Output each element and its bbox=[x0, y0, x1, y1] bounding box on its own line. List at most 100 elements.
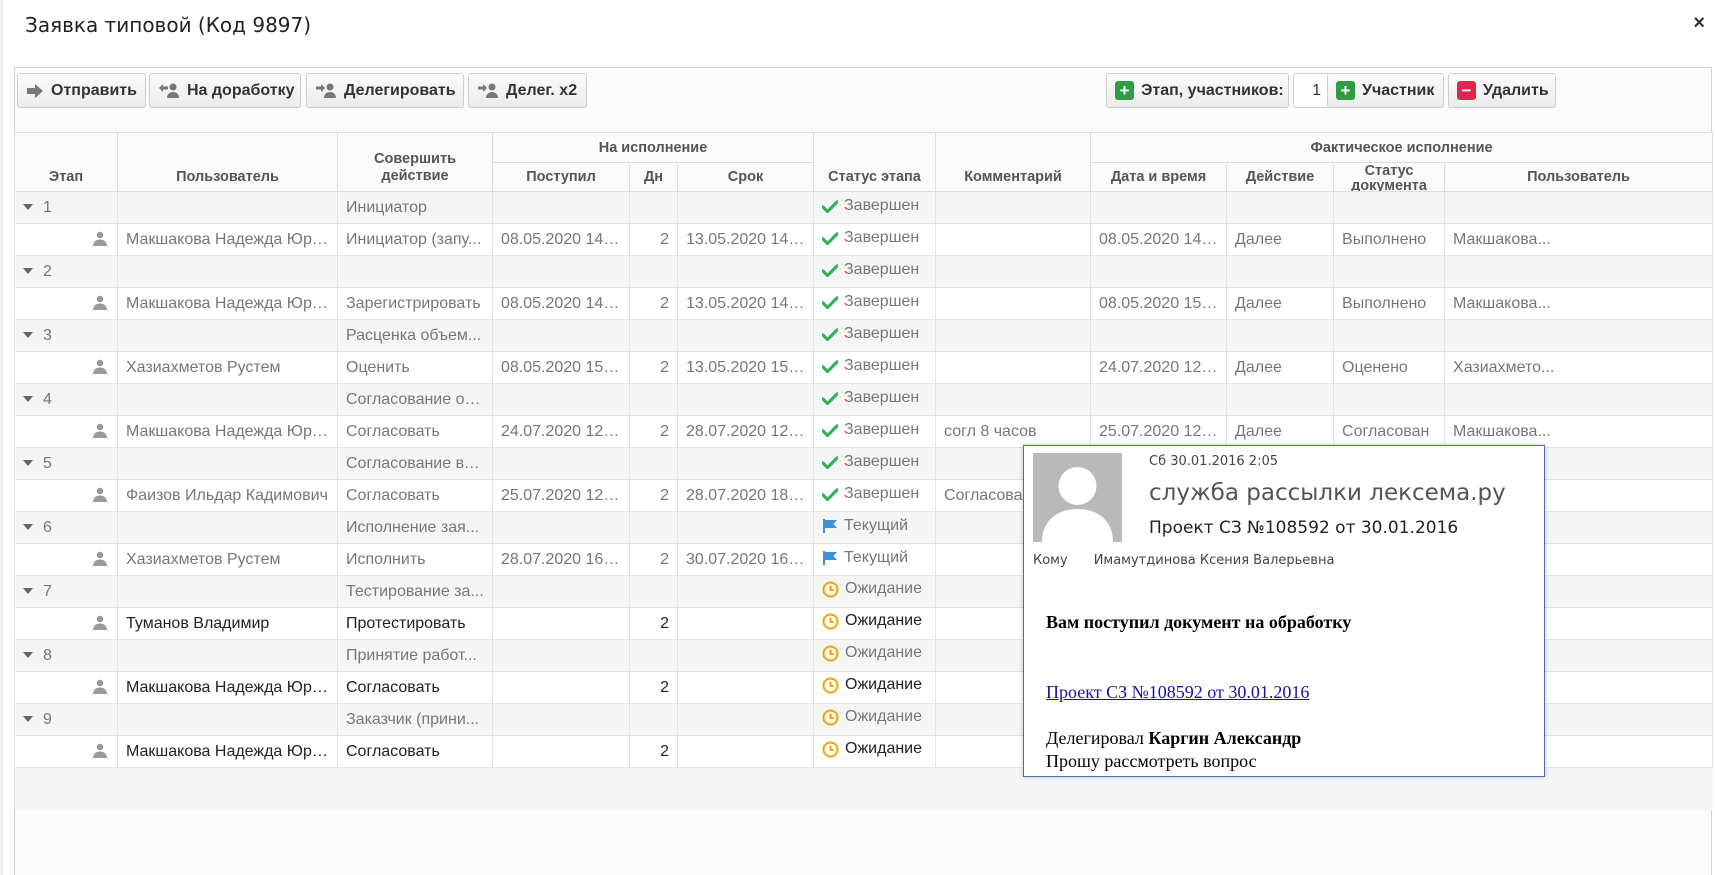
collapse-caret-icon[interactable] bbox=[23, 204, 33, 211]
cell-user bbox=[117, 511, 338, 544]
add-stage-button-label: Этап, участников: bbox=[1141, 81, 1284, 99]
header-user[interactable]: Пользователь bbox=[117, 132, 338, 192]
close-icon[interactable]: × bbox=[1693, 12, 1705, 35]
stage-group-row[interactable]: 2 Завершен bbox=[14, 255, 1714, 288]
check-icon bbox=[822, 456, 839, 469]
stage-name: Согласование вл... bbox=[337, 447, 493, 480]
actual-user: Макшакова... bbox=[1444, 223, 1714, 256]
stage-number-cell[interactable]: 2 bbox=[14, 255, 118, 288]
collapse-caret-icon[interactable] bbox=[23, 588, 33, 595]
cell-stage-status: Текущий bbox=[813, 543, 937, 576]
cell-stage-status: Ожидание bbox=[813, 607, 937, 640]
stage-status: Ожидание bbox=[845, 612, 923, 630]
email-to-name: Имамутдинова Ксения Валерьевна bbox=[1093, 553, 1335, 568]
days-count: 2 bbox=[629, 671, 678, 704]
add-stage-button[interactable]: + Этап, участников: bbox=[1106, 73, 1289, 108]
delegate-x2-button[interactable]: Делег. х2 bbox=[468, 73, 587, 108]
cell-user-icon bbox=[14, 543, 118, 576]
collapse-caret-icon[interactable] bbox=[23, 652, 33, 659]
cell-user-icon bbox=[14, 735, 118, 768]
stage-participants-count[interactable]: 1 bbox=[1293, 73, 1331, 108]
email-heading: Вам поступил документ на обработку bbox=[1046, 612, 1352, 632]
add-participant-button-label: Участник bbox=[1362, 81, 1435, 99]
cell-stage-status: Ожидание bbox=[813, 735, 937, 768]
stage-status: Завершен bbox=[844, 293, 920, 311]
collapse-caret-icon[interactable] bbox=[23, 332, 33, 339]
stage-name: Исполнение зая... bbox=[337, 511, 493, 544]
header-fact-user[interactable]: Пользователь bbox=[1444, 162, 1714, 192]
clock-icon bbox=[822, 581, 839, 598]
stage-group-row[interactable]: 1 Инициатор Завершен bbox=[14, 191, 1714, 224]
stage-number-cell[interactable]: 9 bbox=[14, 703, 118, 736]
deadline-date: 13.05.2020 15:59 bbox=[676, 351, 815, 384]
received-date: 08.05.2020 14:45 bbox=[492, 287, 630, 320]
header-comment[interactable]: Комментарий bbox=[935, 132, 1092, 192]
header-stage[interactable]: Этап bbox=[14, 132, 118, 192]
delete-button[interactable]: − Удалить bbox=[1448, 73, 1556, 108]
actual-action: Далее bbox=[1226, 415, 1335, 448]
delegate-user-icon bbox=[477, 82, 499, 99]
participant-action: Исполнить bbox=[337, 543, 493, 576]
cell-stage-status: Завершен bbox=[813, 447, 937, 480]
send-button[interactable]: Отправить bbox=[17, 73, 146, 108]
stage-number-cell[interactable]: 6 bbox=[14, 511, 118, 544]
collapse-caret-icon[interactable] bbox=[23, 460, 33, 467]
actual-user: Хазиахмето... bbox=[1444, 351, 1714, 384]
stage-number: 1 bbox=[43, 198, 52, 216]
stage-number-cell[interactable]: 1 bbox=[14, 191, 118, 224]
user-icon bbox=[93, 551, 107, 571]
stage-name: Принятие работ... bbox=[337, 639, 493, 672]
cell-user-icon bbox=[14, 415, 118, 448]
participant-row[interactable]: Макшакова Надежда Юрь... Зарегистрировать… bbox=[14, 287, 1714, 320]
check-icon bbox=[822, 264, 839, 277]
add-participant-button[interactable]: + Участник bbox=[1327, 73, 1444, 108]
collapse-caret-icon[interactable] bbox=[23, 524, 33, 531]
stage-number-cell[interactable]: 8 bbox=[14, 639, 118, 672]
deadline-date: 28.07.2020 12:36 bbox=[676, 415, 815, 448]
stage-number-cell[interactable]: 4 bbox=[14, 383, 118, 416]
stage-name bbox=[337, 255, 493, 288]
participant-name: Макшакова Надежда Юрь... bbox=[117, 287, 338, 320]
email-subject: Проект СЗ №108592 от 30.01.2016 bbox=[1149, 518, 1459, 538]
document-status: Согласован bbox=[1333, 415, 1446, 448]
participant-row[interactable]: Хазиахметов Рустем Оценить 08.05.2020 15:5… bbox=[14, 351, 1714, 384]
delegate-button[interactable]: Делегировать bbox=[306, 73, 464, 108]
header-days[interactable]: Дн bbox=[629, 162, 678, 192]
participant-action: Согласовать bbox=[337, 735, 493, 768]
stage-number-cell[interactable]: 5 bbox=[14, 447, 118, 480]
header-doc-status[interactable]: Статус документа bbox=[1333, 162, 1446, 192]
cell-user bbox=[117, 383, 338, 416]
rework-button[interactable]: На доработку bbox=[149, 73, 301, 108]
received-date bbox=[492, 607, 630, 640]
window-title: Заявка типовой (Код 9897) bbox=[25, 13, 312, 37]
delegate-button-label: Делегировать bbox=[344, 81, 456, 99]
stage-group-row[interactable]: 4 Согласование оц... Завершен bbox=[14, 383, 1714, 416]
participant-row[interactable]: Макшакова Надежда Юрь... Инициатор (запу.… bbox=[14, 223, 1714, 256]
collapse-caret-icon[interactable] bbox=[23, 268, 33, 275]
days-count: 2 bbox=[629, 607, 678, 640]
plus-icon: + bbox=[1115, 81, 1134, 100]
header-fact-action[interactable]: Действие bbox=[1226, 162, 1335, 192]
email-notification-popup[interactable]: Сб 30.01.2016 2:05 служба рассылки лексе… bbox=[1023, 445, 1545, 777]
email-document-link[interactable]: Проект СЗ №108592 от 30.01.2016 bbox=[1046, 682, 1309, 703]
header-received[interactable]: Поступил bbox=[492, 162, 630, 192]
flag-icon bbox=[822, 550, 838, 566]
collapse-caret-icon[interactable] bbox=[23, 716, 33, 723]
received-date: 08.05.2020 14:45 bbox=[492, 223, 630, 256]
cell-user bbox=[117, 255, 338, 288]
header-action[interactable]: Совершить действие bbox=[337, 132, 493, 192]
stage-number: 6 bbox=[43, 518, 52, 536]
cell-user bbox=[117, 447, 338, 480]
header-deadline[interactable]: Срок bbox=[676, 162, 815, 192]
participant-row[interactable]: Макшакова Надежда Юрь... Согласовать 24.07… bbox=[14, 415, 1714, 448]
header-stage-status[interactable]: Статус этапа bbox=[813, 132, 937, 192]
stage-number-cell[interactable]: 3 bbox=[14, 319, 118, 352]
header-datetime[interactable]: Дата и время bbox=[1090, 162, 1228, 192]
email-delegated-name: Каргин Александр bbox=[1148, 728, 1302, 748]
stage-number-cell[interactable]: 7 bbox=[14, 575, 118, 608]
cell-user bbox=[117, 703, 338, 736]
stage-group-row[interactable]: 3 Расценка объем... Завершен bbox=[14, 319, 1714, 352]
stage-status: Ожидание bbox=[845, 580, 923, 598]
header-doc-status-label: Статус документа bbox=[1351, 164, 1427, 191]
collapse-caret-icon[interactable] bbox=[23, 396, 33, 403]
